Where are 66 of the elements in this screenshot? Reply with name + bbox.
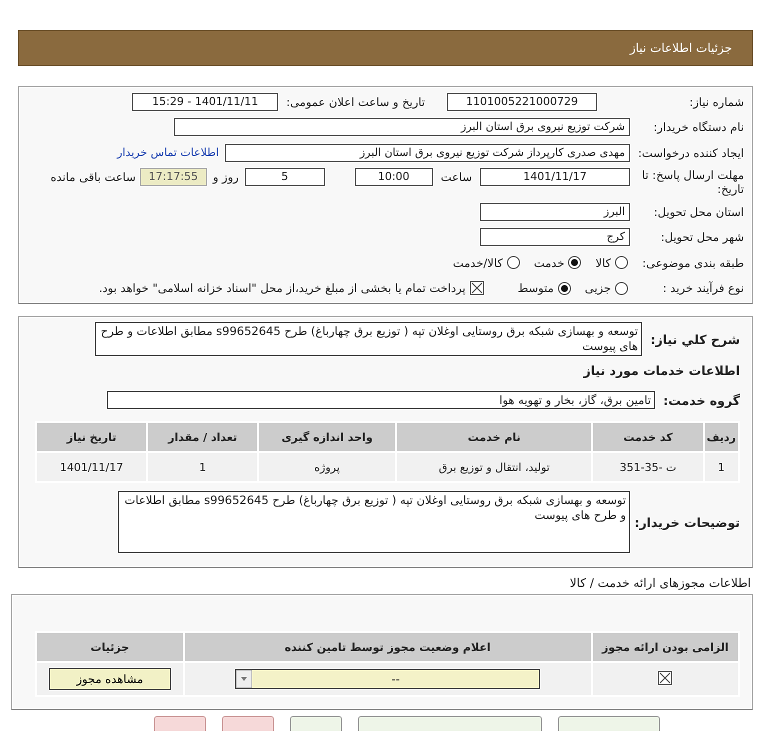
radio-button[interactable] bbox=[615, 282, 628, 295]
field-label: نام دستگاه خریدار: bbox=[652, 120, 745, 134]
option-label: متوسط bbox=[518, 281, 554, 296]
dropdown-arrow-icon bbox=[236, 670, 252, 688]
text-field[interactable]: 10:00 bbox=[354, 168, 433, 186]
column-header: تاریخ نیاز bbox=[36, 422, 148, 452]
footer-button[interactable] bbox=[290, 716, 342, 731]
field-label: نوع فرآیند خرید : bbox=[662, 281, 745, 296]
text-field[interactable]: 1401/11/11 - 15:29 bbox=[132, 92, 278, 111]
view-license-button[interactable]: مشاهده مجوز bbox=[48, 668, 171, 690]
checkbox[interactable] bbox=[470, 281, 484, 296]
checkbox[interactable] bbox=[658, 670, 672, 684]
radio-button[interactable] bbox=[615, 256, 628, 270]
field-label: طبقه بندی موضوعی: bbox=[641, 256, 745, 270]
status-dropdown[interactable]: -- bbox=[235, 669, 540, 689]
text-field[interactable]: 1401/11/17 bbox=[480, 168, 630, 186]
payment-label: پرداخت تمام یا بخشی از مبلغ خرید،از محل "اسناد خزانه اسلامی" خواهد بود. bbox=[98, 281, 466, 296]
field-label: ساعت bbox=[440, 169, 472, 186]
field-label: گروه خدمت: bbox=[662, 392, 740, 408]
page-title: جزئیات اطلاعات نیاز bbox=[630, 41, 732, 55]
field-label: استان محل تحویل: bbox=[652, 204, 745, 219]
option-label: کالا bbox=[595, 256, 611, 270]
text-field[interactable]: مهدی صدری کارپرداز شرکت توزیع نیروی برق استان البرز bbox=[225, 144, 630, 162]
radio-button[interactable] bbox=[558, 282, 571, 295]
field-label: توضیحات خریدار: bbox=[633, 514, 740, 530]
field-label: مهلت ارسال پاسخ: تا تاریخ: bbox=[640, 168, 745, 196]
column-header: الزامی بودن ارائه مجوز bbox=[592, 632, 739, 662]
remaining-time: 17:17:55 bbox=[140, 168, 207, 186]
field-label: شماره نیاز: bbox=[688, 94, 745, 109]
footer-button[interactable] bbox=[558, 716, 660, 731]
table-cell: 1 bbox=[704, 452, 739, 482]
section-title: اطلاعات مجوزهای ارائه خدمت / کالا bbox=[568, 576, 752, 590]
field-label: روز و bbox=[212, 169, 239, 186]
table-cell: تولید، انتقال و توزیع برق bbox=[396, 452, 592, 482]
field-label: ساعت باقی مانده bbox=[50, 169, 136, 186]
text-field[interactable]: کرج bbox=[480, 228, 630, 246]
section-title: اطلاعات خدمات مورد نیاز bbox=[582, 363, 740, 378]
column-header: نام خدمت bbox=[396, 422, 592, 452]
table-cell: پروژه bbox=[258, 452, 396, 482]
column-header: جزئیات bbox=[36, 632, 184, 662]
text-field[interactable]: 5 bbox=[244, 168, 325, 186]
text-field[interactable]: 1101005221000729 bbox=[447, 92, 597, 111]
option-label: جزیی bbox=[584, 281, 611, 296]
column-header: واحد اندازه گیری bbox=[258, 422, 396, 452]
text-field[interactable]: شرکت توزیع نیروی برق استان البرز bbox=[174, 118, 630, 136]
footer-button[interactable] bbox=[358, 716, 542, 731]
text-field[interactable]: تامین برق، گاز، بخار و تهویه هوا bbox=[107, 391, 655, 409]
notes-box: توسعه و بهسازی شبکه برق روستایی اوغلان تپه ( توزیع برق چهارباغ) طرح s99652645 مطابق اطلاعات و طرح های پیوست bbox=[118, 491, 630, 553]
text-field[interactable]: البرز bbox=[480, 202, 630, 221]
description-box: توسعه و بهسازی شبکه برق روستایی اوغلان تپه ( توزیع برق چهارباغ) طرح s99652645 مطابق اطلاعات و طرح های پیوست bbox=[95, 322, 642, 356]
radio-button[interactable] bbox=[506, 256, 520, 270]
field-label: ایجاد کننده درخواست: bbox=[637, 146, 745, 160]
radio-button[interactable] bbox=[568, 256, 582, 270]
column-header: اعلام وضعیت مجوز توسط تامین کننده bbox=[184, 632, 592, 662]
table-cell: 1401/11/17 bbox=[36, 452, 148, 482]
field-label: شرح کلي نياز: bbox=[650, 332, 740, 346]
contact-link[interactable]: اطلاعات تماس خریدار bbox=[117, 146, 219, 160]
table-cell: 1 bbox=[147, 452, 258, 482]
column-header: تعداد / مقدار bbox=[147, 422, 258, 452]
option-label: کالا/خدمت bbox=[452, 256, 503, 270]
column-header: ردیف bbox=[704, 422, 739, 452]
column-header: کد خدمت bbox=[592, 422, 704, 452]
table-cell: ت -35-351 bbox=[592, 452, 704, 482]
field-label: تاریخ و ساعت اعلان عمومی: bbox=[286, 94, 425, 109]
field-label: شهر محل تحویل: bbox=[660, 230, 745, 244]
option-label: خدمت bbox=[534, 256, 564, 270]
